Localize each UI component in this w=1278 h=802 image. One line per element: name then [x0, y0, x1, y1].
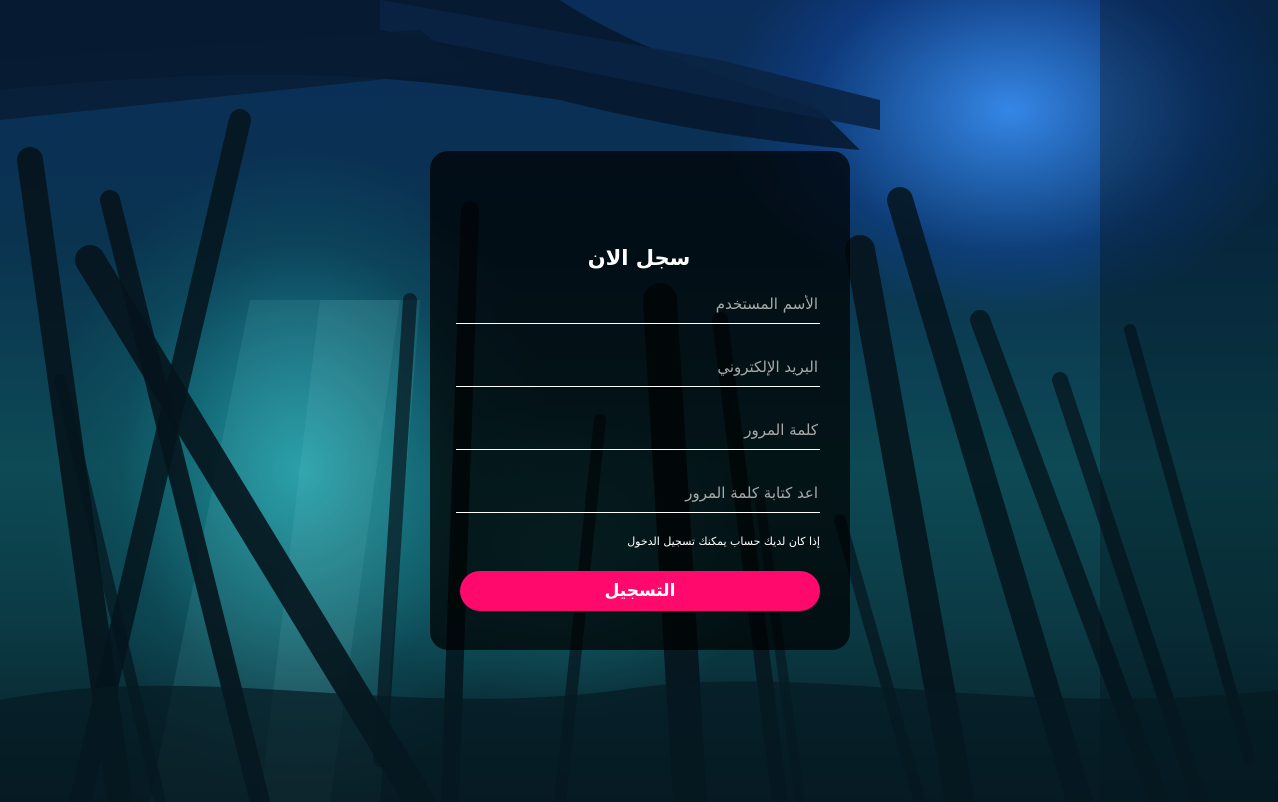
password-input[interactable]: [456, 410, 820, 449]
email-field[interactable]: [456, 347, 820, 387]
password-field[interactable]: [456, 410, 820, 450]
login-link[interactable]: إذا كان لديك حساب يمكنك تسجيل الدخول: [456, 535, 820, 548]
username-input[interactable]: [456, 284, 820, 323]
confirm-password-field[interactable]: [456, 473, 820, 513]
register-button[interactable]: التسجيل: [460, 571, 820, 611]
email-input[interactable]: [456, 347, 820, 386]
signup-title: سجل الان: [587, 246, 691, 270]
confirm-password-input[interactable]: [456, 473, 820, 512]
username-field[interactable]: [456, 284, 820, 324]
